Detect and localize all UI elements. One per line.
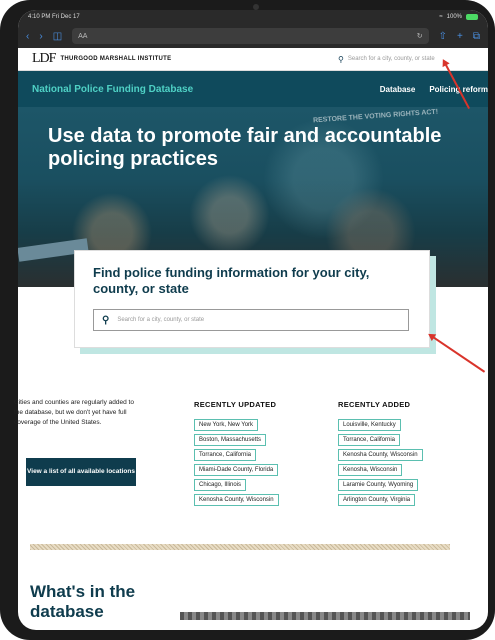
- main-nav: National Police Funding Database Databas…: [18, 71, 488, 107]
- tabs-icon[interactable]: ⧉: [473, 31, 480, 42]
- back-icon[interactable]: ‹: [26, 31, 29, 42]
- forward-icon[interactable]: ›: [39, 31, 42, 42]
- status-bar: 4:10 PM Fri Dec 17 ≈ 100%: [18, 10, 488, 24]
- list-item[interactable]: Louisville, Kentucky: [338, 419, 401, 431]
- section-divider: [30, 544, 450, 550]
- nav-title[interactable]: National Police Funding Database: [32, 84, 193, 95]
- header-search-placeholder[interactable]: Search for a city, county, or state: [348, 56, 435, 62]
- search-icon: ⚲: [338, 54, 344, 64]
- wifi-icon: ≈: [439, 14, 443, 20]
- list-item[interactable]: Kenosha County, Wisconsin: [338, 449, 423, 461]
- list-item[interactable]: Arlington County, Virginia: [338, 494, 416, 506]
- recently-added-heading: RECENTLY ADDED: [338, 400, 411, 409]
- find-title: Find police funding information for your…: [93, 265, 370, 296]
- section-image: [180, 612, 470, 620]
- hero-title: Use data to promote fair and accountable…: [48, 125, 442, 170]
- list-item[interactable]: Miami-Dade County, Florida: [194, 464, 279, 476]
- list-item[interactable]: Torrance, California: [338, 434, 401, 446]
- find-search-placeholder[interactable]: Search for a city, county, or state: [117, 317, 204, 323]
- logo[interactable]: LDF THURGOOD MARSHALL INSTITUTE: [32, 51, 171, 67]
- recently-updated: RECENTLY UPDATED New York, New York Bost…: [194, 400, 279, 509]
- browser-toolbar: ‹ › ◫ AA ↻ ⇧ + ⧉: [18, 24, 488, 48]
- find-card: Find police funding information for your…: [74, 250, 430, 348]
- list-item[interactable]: Boston, Massachusetts: [194, 434, 267, 446]
- logo-text[interactable]: THURGOOD MARSHALL INSTITUTE: [60, 56, 171, 62]
- url-bar[interactable]: AA ↻: [72, 28, 429, 44]
- view-locations-button[interactable]: View a list of all available locations: [26, 458, 136, 486]
- reload-icon[interactable]: ↻: [417, 32, 423, 40]
- list-item[interactable]: Kenosha, Wisconsin: [338, 464, 403, 476]
- header-search-input[interactable]: ⚲ Search for a city, county, or state: [338, 52, 478, 66]
- site-header: LDF THURGOOD MARSHALL INSTITUTE ⚲ Search…: [18, 48, 488, 71]
- ipad-frame: 4:10 PM Fri Dec 17 ≈ 100% ‹ › ◫ AA ↻ ⇧ +…: [0, 0, 495, 640]
- recently-updated-heading: RECENTLY UPDATED: [194, 400, 277, 409]
- battery-label: 100%: [446, 14, 462, 20]
- list-item[interactable]: Laramie County, Wyoming: [338, 479, 419, 491]
- status-time: 4:10 PM Fri Dec 17: [28, 14, 80, 20]
- logo-mark[interactable]: LDF: [32, 51, 56, 67]
- coverage-note: Cities and counties are regularly added …: [14, 399, 134, 426]
- section-title: What's in the database: [30, 582, 136, 621]
- new-tab-icon[interactable]: +: [457, 31, 463, 42]
- battery-icon: [466, 14, 478, 20]
- nav-link-database[interactable]: Database: [380, 85, 416, 94]
- recently-added: RECENTLY ADDED Louisville, Kentucky Torr…: [338, 400, 423, 509]
- find-search-input[interactable]: ⚲ Search for a city, county, or state: [93, 309, 409, 331]
- book-icon[interactable]: ◫: [53, 31, 62, 42]
- list-item[interactable]: Kenosha County, Wisconsin: [194, 494, 279, 506]
- share-icon[interactable]: ⇧: [439, 31, 447, 42]
- list-item[interactable]: Chicago, Illinois: [194, 479, 247, 491]
- list-item[interactable]: New York, New York: [194, 419, 259, 431]
- reader-label[interactable]: AA: [78, 33, 87, 40]
- search-icon: ⚲: [102, 314, 110, 326]
- list-item[interactable]: Torrance, California: [194, 449, 257, 461]
